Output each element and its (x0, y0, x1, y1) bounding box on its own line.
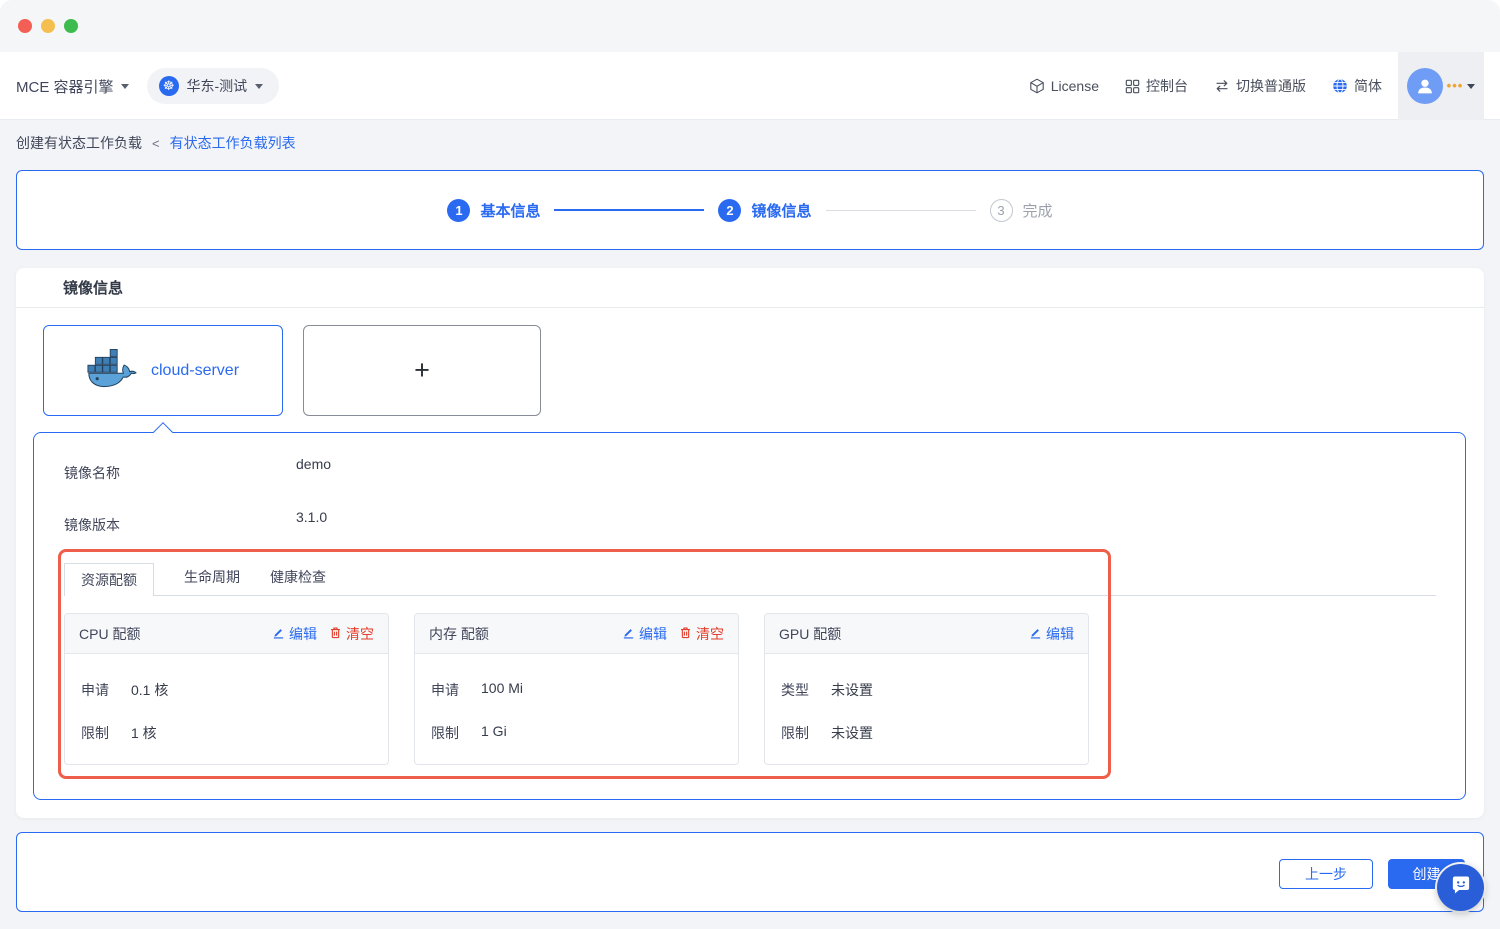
chevron-down-icon (1467, 83, 1476, 89)
app-header: MCE 容器引擎 ☸ 华东-测试 License 控制台 切换普通版 简体 ••… (0, 52, 1500, 120)
image-name: cloud-server (150, 361, 240, 379)
tab-health-check[interactable]: 健康检查 (270, 567, 326, 596)
close-button[interactable] (18, 19, 32, 33)
gpu-quota-header: GPU 配额 编辑 (765, 614, 1088, 654)
parent-list-link[interactable]: 有状态工作负载列表 (170, 133, 296, 153)
nav-label: 控制台 (1146, 78, 1188, 94)
section-title: 镜像信息 (63, 280, 124, 297)
cpu-edit-button[interactable]: 编辑 (272, 624, 317, 644)
page-title: 创建有状态工作负载 (16, 135, 142, 151)
config-tabs: 资源配额 生命周期 健康检查 (64, 563, 326, 596)
memory-request-row: 申请 100 Mi (431, 680, 524, 698)
tab-lifecycle[interactable]: 生命周期 (184, 567, 240, 596)
chat-bubble-icon (1448, 872, 1474, 903)
step-label: 镜像信息 (751, 202, 812, 220)
avatar (1406, 68, 1443, 104)
field-value-image-name: demo (296, 456, 332, 472)
step-connector (554, 209, 705, 211)
support-chat-button[interactable] (1437, 864, 1484, 911)
step-connector (825, 209, 976, 211)
step-label: 基本信息 (480, 202, 541, 220)
image-card-cloud-server[interactable]: cloud-server (43, 325, 283, 416)
gpu-quota-card: GPU 配额 编辑 类型 未设置 限制 未设置 (764, 613, 1089, 765)
more-dots-icon: ••• (1446, 78, 1464, 93)
image-info-section: 镜像信息 cloud-server + 镜像名称 demo 镜像版本 3.1.0… (16, 268, 1484, 818)
console-grid-icon (1125, 79, 1140, 94)
license-cube-icon (1029, 78, 1045, 94)
memory-edit-button[interactable]: 编辑 (622, 624, 667, 644)
maximize-button[interactable] (64, 19, 78, 33)
edit-pencil-icon (622, 626, 635, 642)
edit-pencil-icon (272, 626, 285, 642)
chevron-down-icon (120, 83, 129, 89)
image-detail-panel: 镜像名称 demo 镜像版本 3.1.0 资源配额 生命周期 健康检查 CPU … (33, 432, 1466, 800)
cluster-selector[interactable]: ☸ 华东-测试 (146, 68, 280, 104)
user-menu[interactable]: ••• (1398, 52, 1484, 120)
language-switcher[interactable]: 简体 (1332, 76, 1382, 96)
step-complete: 3 完成 (989, 198, 1053, 222)
breadcrumb-separator: < (152, 135, 160, 151)
nav-label: 简体 (1354, 78, 1382, 94)
wizard-footer: 上一步 创建 (16, 832, 1484, 912)
stepper-card: 1 基本信息 2 镜像信息 3 完成 (16, 170, 1484, 250)
console-link[interactable]: 控制台 (1125, 76, 1188, 96)
cpu-quota-card: CPU 配额 编辑 清空 申请 0.1 核 限制 1 核 (64, 613, 389, 765)
gpu-quota-title: GPU 配额 (779, 625, 842, 642)
nav-label: 切换普通版 (1236, 78, 1306, 94)
memory-limit-row: 限制 1 Gi (431, 723, 507, 741)
product-menu[interactable]: MCE 容器引擎 (16, 76, 129, 97)
step-image-info[interactable]: 2 镜像信息 (718, 198, 812, 222)
step-number: 2 (718, 198, 742, 222)
traffic-lights (18, 19, 78, 33)
switch-arrows-icon (1214, 78, 1230, 94)
gpu-edit-button[interactable]: 编辑 (1029, 624, 1074, 644)
cpu-clear-button[interactable]: 清空 (329, 624, 374, 644)
step-basic-info[interactable]: 1 基本信息 (447, 198, 541, 222)
cpu-request-row: 申请 0.1 核 (81, 682, 169, 698)
language-globe-icon (1332, 78, 1348, 94)
wizard-stepper: 1 基本信息 2 镜像信息 3 完成 (447, 198, 1053, 222)
field-label-image-name: 镜像名称 (64, 465, 120, 481)
chevron-down-icon (255, 83, 264, 89)
nav-label: License (1050, 78, 1099, 94)
minimize-button[interactable] (41, 19, 55, 33)
step-label: 完成 (1022, 202, 1053, 220)
app-window: MCE 容器引擎 ☸ 华东-测试 License 控制台 切换普通版 简体 ••… (0, 0, 1500, 929)
cpu-quota-header: CPU 配额 编辑 清空 (65, 614, 388, 654)
field-label-image-version: 镜像版本 (64, 517, 120, 533)
edit-pencil-icon (1029, 626, 1042, 642)
switch-version-link[interactable]: 切换普通版 (1214, 76, 1306, 96)
license-link[interactable]: License (1029, 78, 1099, 94)
docker-whale-icon (87, 348, 139, 394)
field-value-image-version: 3.1.0 (296, 509, 328, 525)
cpu-limit-row: 限制 1 核 (81, 725, 157, 741)
gpu-type-row: 类型 未设置 (781, 682, 873, 698)
gpu-limit-row: 限制 未设置 (781, 725, 873, 741)
add-image-button[interactable]: + (303, 325, 541, 416)
trash-icon (329, 626, 342, 642)
memory-quota-title: 内存 配额 (429, 625, 489, 642)
cpu-quota-title: CPU 配额 (79, 625, 141, 642)
trash-icon (679, 626, 692, 642)
breadcrumb: 创建有状态工作负载 < 有状态工作负载列表 (16, 133, 296, 153)
tab-resource-quota[interactable]: 资源配额 (64, 563, 154, 596)
memory-quota-card: 内存 配额 编辑 清空 申请 100 Mi 限制 1 Gi (414, 613, 739, 765)
window-titlebar (0, 0, 1500, 52)
step-number: 3 (989, 198, 1013, 222)
kubernetes-icon: ☸ (158, 76, 179, 96)
memory-clear-button[interactable]: 清空 (679, 624, 724, 644)
section-header: 镜像信息 (16, 268, 1484, 308)
cluster-name: 华东-测试 (186, 78, 248, 94)
memory-quota-header: 内存 配额 编辑 清空 (415, 614, 738, 654)
plus-icon: + (414, 355, 430, 385)
step-number: 1 (447, 198, 471, 222)
previous-step-button[interactable]: 上一步 (1279, 859, 1373, 889)
product-title: MCE 容器引擎 (16, 78, 114, 96)
